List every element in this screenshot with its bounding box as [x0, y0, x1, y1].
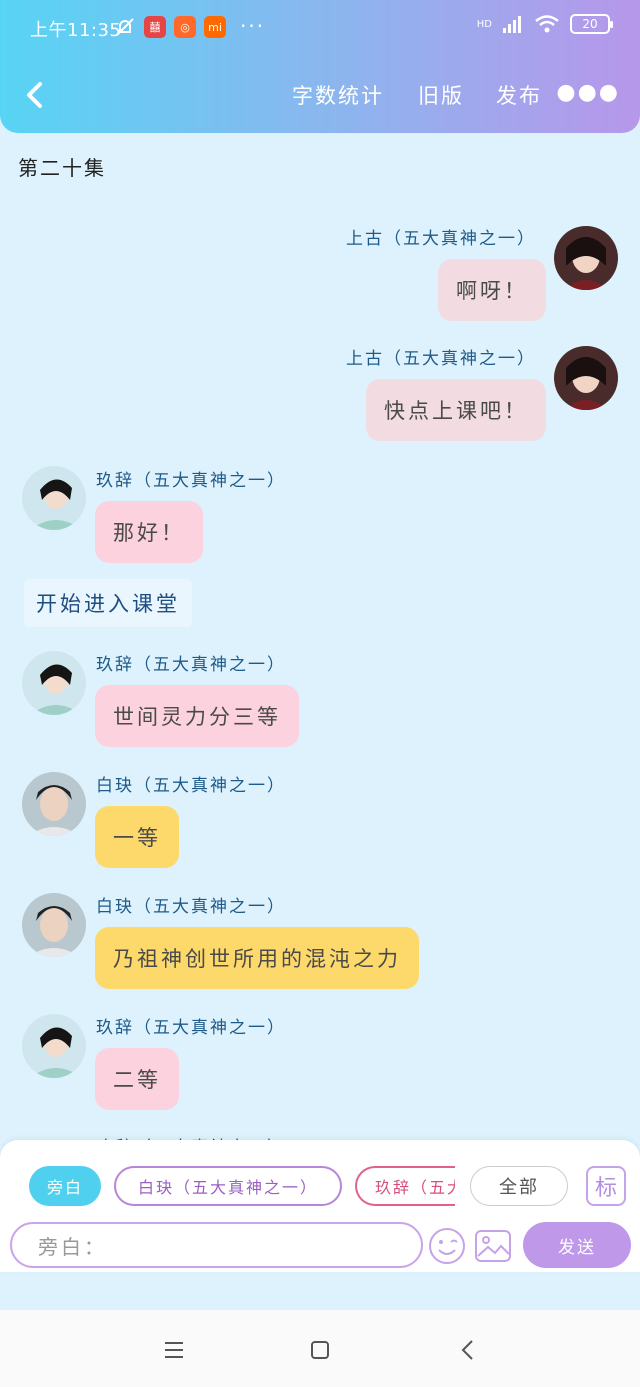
more-notifications-icon: ···	[240, 14, 266, 38]
speaker-label: 白玦（五大真神之一）	[96, 776, 286, 796]
battery-level: 20	[582, 17, 598, 31]
kuaishou-icon: ◎	[174, 16, 196, 38]
message-bubble[interactable]: 世间灵力分三等	[95, 685, 299, 747]
menu-icon[interactable]	[156, 1332, 192, 1368]
avatar-baijue[interactable]	[22, 772, 86, 836]
speaker-label: 玖辞（五大真神之一）	[96, 471, 286, 491]
speaker-label: 玖辞（五大真神之一）	[96, 1018, 286, 1038]
role-chip-narrator[interactable]: 旁白	[29, 1166, 101, 1206]
emoji-icon[interactable]	[427, 1226, 467, 1266]
message-bubble[interactable]: 一等	[95, 806, 179, 868]
wifi-icon	[535, 15, 559, 33]
app-notification-icon: 囍	[144, 16, 166, 38]
message-bubble[interactable]: 那好！	[95, 501, 203, 563]
system-status-icons: HD 20	[476, 14, 613, 34]
more-menu-button[interactable]: ●●●	[556, 80, 620, 105]
speaker-label: 玖辞（五大真神之一）	[96, 655, 286, 675]
system-nav-bar	[0, 1310, 640, 1387]
publish-button[interactable]: 发布	[496, 80, 542, 110]
status-bar: 上午11:35 囍 ◎ mi ··· HD 20	[0, 0, 640, 58]
avatar-jiuci[interactable]	[22, 651, 86, 715]
image-icon[interactable]	[473, 1226, 513, 1266]
mark-button[interactable]: 标	[586, 1166, 626, 1206]
message-bubble[interactable]: 二等	[95, 1048, 179, 1110]
status-time: 上午11:35	[30, 20, 122, 41]
message-bubble[interactable]: 啊呀！	[438, 259, 546, 321]
speaker-label: 白玦（五大真神之一）	[96, 897, 286, 917]
word-count-button[interactable]: 字数统计	[292, 80, 384, 110]
episode-title: 第二十集	[18, 156, 106, 180]
message-input[interactable]: 旁白：	[10, 1222, 423, 1268]
avatar-baijue[interactable]	[22, 893, 86, 957]
speaker-label-partial: 玖辞（五大真神之一）	[96, 1133, 286, 1140]
avatar-jiuci[interactable]	[22, 1014, 86, 1078]
hd-label: HD	[476, 18, 492, 30]
nav-bar: 字数统计 旧版 发布 ●●●	[0, 70, 640, 120]
mi-icon: mi	[204, 16, 226, 38]
back-arrow-icon[interactable]	[20, 78, 50, 112]
home-icon[interactable]	[302, 1332, 338, 1368]
composer-panel: 旁白 白玦（五大真神之一） 玖辞（五大真神之一） 全部 标 旁白： 发送	[0, 1140, 640, 1272]
avatar-jiuci[interactable]	[22, 466, 86, 530]
role-chip-jiuci[interactable]: 玖辞（五大真神之一）	[355, 1166, 455, 1206]
signal-icon	[503, 16, 521, 33]
avatar-shanggu[interactable]	[554, 346, 618, 410]
old-version-button[interactable]: 旧版	[418, 80, 464, 110]
send-button[interactable]: 发送	[523, 1222, 631, 1268]
role-chip-all[interactable]: 全部	[470, 1166, 568, 1206]
narration-text[interactable]: 开始进入课堂	[24, 579, 192, 627]
mute-bell-icon	[116, 18, 134, 36]
speaker-label: 上古（五大真神之一）	[346, 229, 536, 249]
speaker-label: 上古（五大真神之一）	[346, 349, 536, 369]
notification-icons: 囍 ◎ mi	[114, 16, 226, 38]
role-chip-baijue[interactable]: 白玦（五大真神之一）	[114, 1166, 342, 1206]
avatar-shanggu[interactable]	[554, 226, 618, 290]
message-bubble[interactable]: 快点上课吧！	[366, 379, 546, 441]
battery-icon: 20	[570, 14, 613, 34]
message-bubble[interactable]: 乃祖神创世所用的混沌之力	[95, 927, 419, 989]
top-header: 上午11:35 囍 ◎ mi ··· HD 20 字数统计 旧版 发布 ●●●	[0, 0, 640, 133]
back-icon[interactable]	[450, 1332, 486, 1368]
